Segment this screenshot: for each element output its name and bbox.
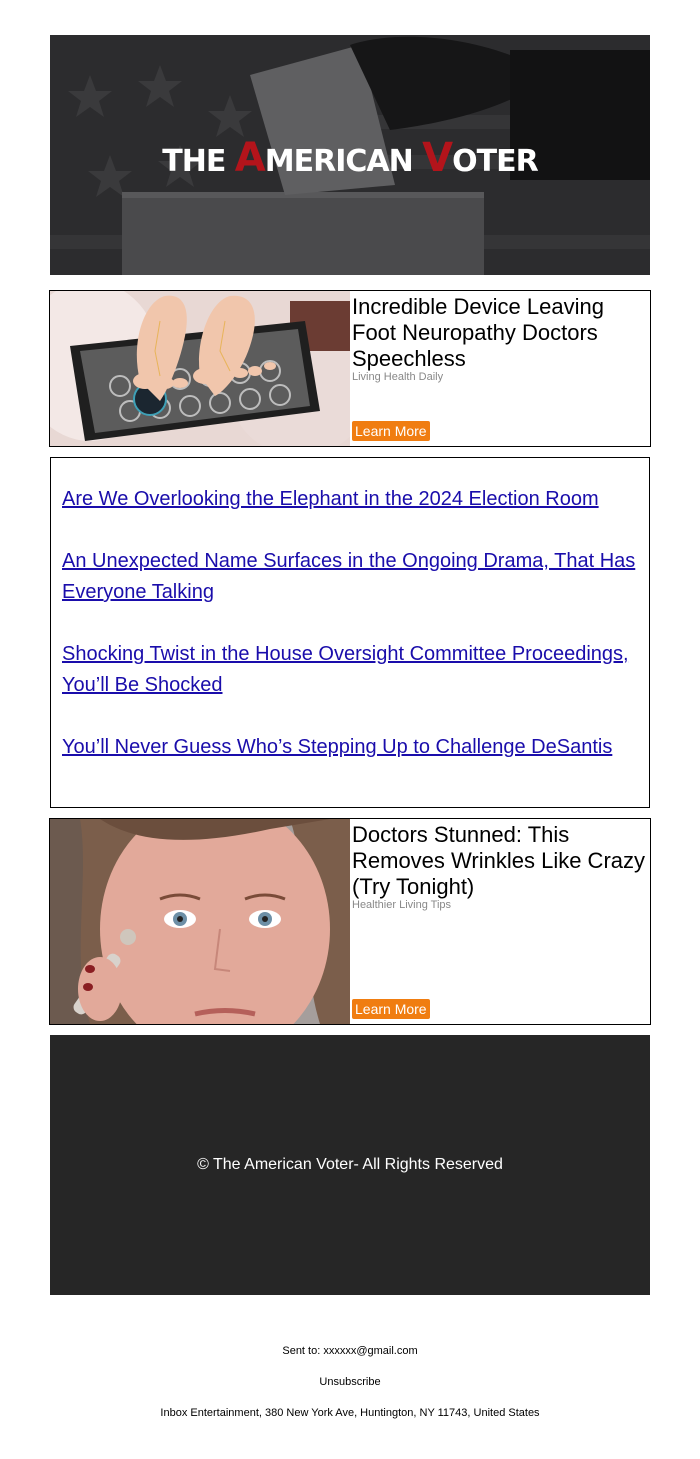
learn-more-button[interactable]: Learn More xyxy=(352,999,430,1019)
logo-letter-a: A xyxy=(234,135,266,181)
sent-to-text: Sent to: xxxxxx@gmail.com xyxy=(282,1345,418,1357)
ad-body: Doctors Stunned: This Removes Wrinkles L… xyxy=(350,819,650,1024)
learn-more-button[interactable]: Learn More xyxy=(352,421,430,441)
woman-face-image xyxy=(50,819,350,1024)
header-banner[interactable]: THE AMERICAN VOTER xyxy=(50,35,650,275)
ad-body: Incredible Device Leaving Foot Neuropath… xyxy=(350,291,650,446)
ad-card-foot-device[interactable]: Incredible Device Leaving Foot Neuropath… xyxy=(49,290,651,447)
article-link-oversight[interactable]: Shocking Twist in the House Oversight Co… xyxy=(62,639,639,701)
logo-letter-v: V xyxy=(422,135,453,181)
logo: THE AMERICAN VOTER xyxy=(50,135,650,181)
ad-card-wrinkles[interactable]: Doctors Stunned: This Removes Wrinkles L… xyxy=(49,818,651,1025)
article-link-elephant[interactable]: Are We Overlooking the Elephant in the 2… xyxy=(62,484,639,515)
logo-merican: MERICAN xyxy=(264,144,423,179)
copyright-text: © The American Voter- All Rights Reserve… xyxy=(197,1156,503,1173)
ad-image-woman-face[interactable] xyxy=(50,819,350,1024)
logo-oter: OTER xyxy=(452,144,539,179)
ad-source: Living Health Daily xyxy=(352,371,444,383)
logo-prefix: THE xyxy=(162,144,235,179)
ad-title[interactable]: Incredible Device Leaving Foot Neuropath… xyxy=(352,294,650,372)
ad-source: Healthier Living Tips xyxy=(352,899,452,911)
unsubscribe-link[interactable]: Unsubscribe xyxy=(0,1376,700,1388)
ad-title[interactable]: Doctors Stunned: This Removes Wrinkles L… xyxy=(352,822,650,900)
sender-address: Inbox Entertainment, 380 New York Ave, H… xyxy=(160,1407,540,1419)
footer-copyright-panel: © The American Voter- All Rights Reserve… xyxy=(50,1035,650,1295)
article-link-unexpected-name[interactable]: An Unexpected Name Surfaces in the Ongoi… xyxy=(62,546,639,608)
foot-massager-image xyxy=(50,291,350,446)
article-link-desantis[interactable]: You’ll Never Guess Who’s Stepping Up to … xyxy=(62,732,639,763)
ad-image-foot-massager[interactable] xyxy=(50,291,350,446)
article-links-list: Are We Overlooking the Elephant in the 2… xyxy=(50,457,650,808)
